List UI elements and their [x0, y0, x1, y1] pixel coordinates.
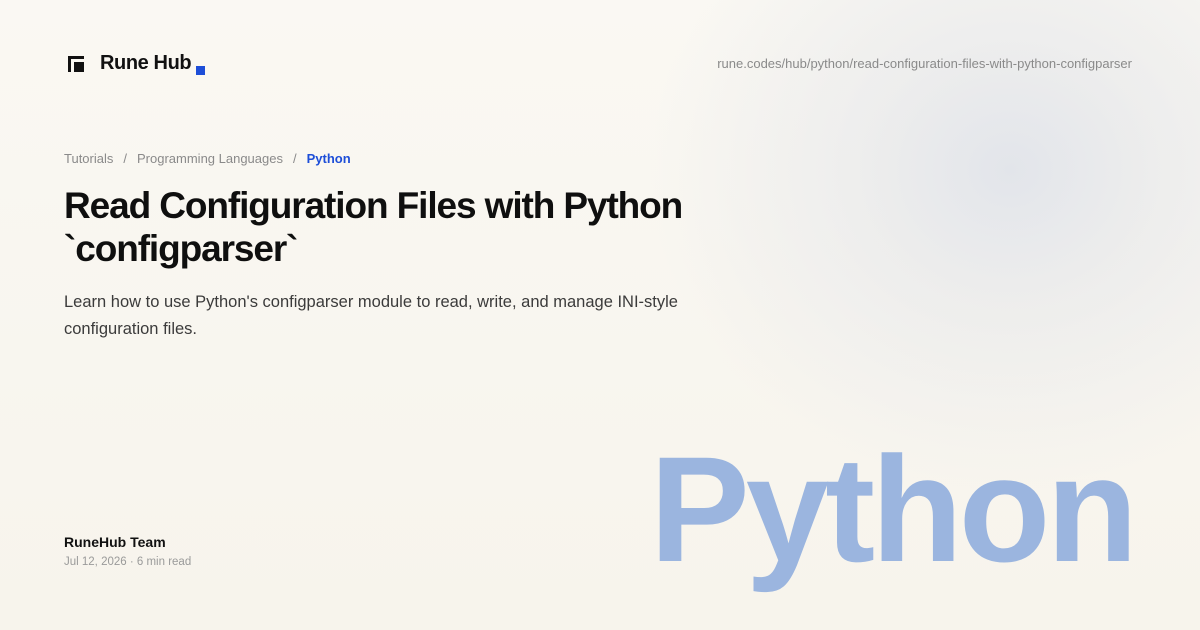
- title-line-2: `configparser`: [64, 228, 298, 269]
- brand-logo[interactable]: Rune Hub: [68, 52, 206, 75]
- breadcrumb-item-programming-languages[interactable]: Programming Languages: [137, 151, 283, 166]
- author-name: RuneHub Team: [64, 534, 166, 550]
- rune-hub-logo-icon: [68, 55, 84, 72]
- breadcrumb-item-python[interactable]: Python: [307, 151, 351, 166]
- article-description: Learn how to use Python's configparser m…: [64, 293, 678, 338]
- og-card: Rune Hub rune.codes/hub/python/read-conf…: [0, 0, 1200, 630]
- brand-name: Rune Hub: [100, 52, 192, 74]
- breadcrumb: Tutorials / Programming Languages / Pyth…: [64, 151, 351, 166]
- page-url: rune.codes/hub/python/read-configuration…: [717, 56, 1132, 71]
- title-line-1: Read Configuration Files with Python: [64, 185, 683, 226]
- language-watermark: Python: [649, 425, 1138, 593]
- brand-accent-dot: [196, 66, 206, 75]
- article-meta: Jul 12, 2026 · 6 min read: [64, 556, 192, 568]
- breadcrumb-separator: /: [292, 151, 297, 166]
- breadcrumb-separator: /: [123, 151, 127, 166]
- breadcrumb-item-tutorials[interactable]: Tutorials: [64, 151, 113, 166]
- page-title: Read Configuration Files with Python `co…: [64, 184, 764, 270]
